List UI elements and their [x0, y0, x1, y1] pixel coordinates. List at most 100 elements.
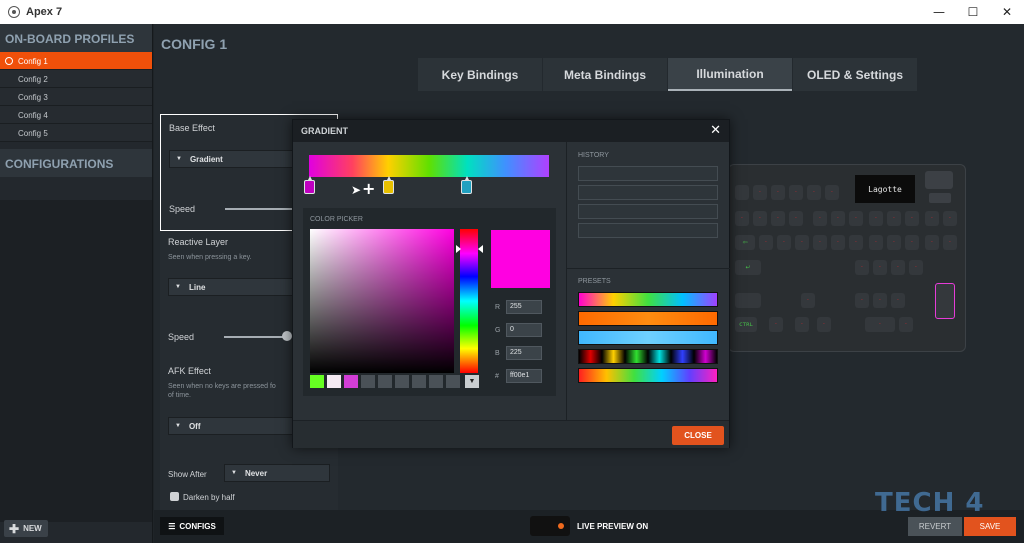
preset-gradient[interactable] — [578, 349, 718, 364]
add-stop-cursor-icon: + — [362, 179, 376, 198]
profile-config-2[interactable]: Config 2 — [0, 70, 152, 88]
red-input[interactable]: 255 — [506, 300, 542, 314]
keyboard-key: · — [887, 235, 901, 250]
color-swatches: ▼ — [310, 375, 479, 388]
dialog-header: GRADIENT ✕ — [293, 120, 729, 142]
keyboard-key: · — [771, 185, 785, 200]
hue-slider[interactable] — [460, 229, 478, 373]
reactive-layer-desc: Seen when pressing a key. — [168, 254, 252, 261]
maximize-button[interactable]: ☐ — [956, 0, 990, 24]
color-swatch[interactable] — [327, 375, 341, 388]
tab-oled-settings[interactable]: OLED & Settings — [793, 58, 917, 91]
minimize-button[interactable]: — — [922, 0, 956, 24]
preset-gradient[interactable] — [578, 330, 718, 345]
close-icon[interactable]: ✕ — [710, 123, 721, 138]
selected-color-preview — [491, 230, 550, 288]
dialog-divider — [566, 268, 730, 269]
gradient-stop[interactable] — [304, 176, 315, 194]
keyboard-key — [735, 293, 761, 308]
afk-effect-dropdown[interactable]: ▼ Off — [168, 417, 298, 435]
history-slot[interactable] — [578, 185, 718, 200]
darken-label: Darken by half — [183, 493, 235, 502]
preset-gradient[interactable] — [578, 368, 718, 383]
keyboard-key: · — [855, 260, 869, 275]
app-logo-icon — [8, 6, 20, 18]
profile-config-3[interactable]: Config 3 — [0, 88, 152, 106]
green-input[interactable]: 0 — [506, 323, 542, 337]
keyboard-key: · — [909, 260, 923, 275]
blue-input[interactable]: 225 — [506, 346, 542, 360]
reactive-speed-slider[interactable] — [224, 336, 286, 338]
color-swatch[interactable] — [310, 375, 324, 388]
tab-meta-bindings[interactable]: Meta Bindings — [543, 58, 667, 91]
reactive-layer-dropdown[interactable]: ▼ Line — [168, 278, 298, 296]
keyboard-key: · — [925, 211, 939, 226]
darken-checkbox[interactable] — [170, 492, 179, 501]
oled-screen: Lagotte — [855, 175, 915, 203]
mouse-cursor-icon: ➤ — [351, 183, 362, 197]
profile-config-4[interactable]: Config 4 — [0, 106, 152, 124]
afk-effect-desc: Seen when no keys are pressed fo — [168, 383, 276, 390]
live-preview-toggle[interactable] — [530, 516, 570, 536]
color-swatch[interactable] — [412, 375, 426, 388]
color-swatch[interactable] — [446, 375, 460, 388]
new-config-button[interactable]: ✚ NEW — [4, 520, 48, 537]
keyboard-preview: Lagotte · · · · · · · · · · · · · · · · … — [728, 164, 966, 352]
profile-config-5[interactable]: Config 5 — [0, 124, 152, 142]
keyboard-key: · — [769, 317, 783, 332]
speed-slider[interactable] — [225, 208, 295, 210]
close-dialog-button[interactable]: CLOSE — [672, 426, 724, 445]
keyboard-key: · — [873, 293, 887, 308]
configurations-list — [0, 200, 152, 522]
list-icon: ☰ — [168, 521, 176, 531]
history-slot[interactable] — [578, 204, 718, 219]
hex-input[interactable]: ff00e1 — [506, 369, 542, 383]
history-slot[interactable] — [578, 223, 718, 238]
close-window-button[interactable]: ✕ — [990, 0, 1024, 24]
keyboard-key: · — [801, 293, 815, 308]
saturation-value-box[interactable] — [310, 229, 454, 373]
keyboard-key: · — [807, 185, 821, 200]
color-swatch[interactable] — [361, 375, 375, 388]
color-picker: COLOR PICKER R 255 G 0 B 225 # ff00e1 ▼ — [303, 208, 556, 396]
afk-effect-label: AFK Effect — [168, 366, 211, 376]
revert-button[interactable]: REVERT — [908, 517, 962, 536]
keyboard-key — [735, 185, 749, 200]
reactive-speed-knob[interactable] — [282, 331, 292, 341]
blue-label: B — [495, 350, 500, 357]
keyboard-key: · — [865, 317, 895, 332]
keyboard-key: · — [905, 211, 919, 226]
base-effect-dropdown[interactable]: ▼ Gradient — [169, 150, 299, 168]
show-after-dropdown[interactable]: ▼ Never — [224, 464, 330, 482]
color-swatch[interactable] — [378, 375, 392, 388]
green-label: G — [495, 327, 501, 334]
preset-gradient[interactable] — [578, 292, 718, 307]
color-swatch[interactable] — [429, 375, 443, 388]
hue-marker-left-icon — [456, 245, 461, 253]
keyboard-key: · — [887, 211, 901, 226]
tab-illumination[interactable]: Illumination — [668, 58, 792, 91]
configs-button[interactable]: ☰ CONFIGS — [160, 517, 224, 535]
keyboard-key: · — [813, 235, 827, 250]
keyboard-key: · — [891, 260, 905, 275]
history-slot[interactable] — [578, 166, 718, 181]
gradient-stop[interactable] — [383, 176, 394, 194]
save-button[interactable]: SAVE — [964, 517, 1016, 536]
keyboard-key: · — [925, 235, 939, 250]
color-swatch[interactable] — [344, 375, 358, 388]
sidebar: ON-BOARD PROFILES Config 1 Config 2 Conf… — [0, 24, 153, 543]
gradient-bar[interactable] — [309, 155, 549, 177]
keyboard-key: · — [777, 235, 791, 250]
preset-gradient[interactable] — [578, 311, 718, 326]
color-swatch[interactable] — [395, 375, 409, 388]
tab-key-bindings[interactable]: Key Bindings — [418, 58, 542, 91]
gradient-stop[interactable] — [461, 176, 472, 194]
base-effect-label: Base Effect — [169, 123, 215, 133]
reactive-layer-value: Line — [188, 282, 206, 292]
keyboard-key: · — [795, 317, 809, 332]
live-preview-label: LIVE PREVIEW ON — [577, 522, 649, 531]
swatch-expand-chevron-down-icon[interactable]: ▼ — [465, 375, 479, 388]
profile-config-1[interactable]: Config 1 — [0, 52, 152, 70]
reactive-speed-label: Speed — [168, 332, 195, 342]
window-title-bar: Apex 7 — ☐ ✕ — [0, 0, 1024, 24]
